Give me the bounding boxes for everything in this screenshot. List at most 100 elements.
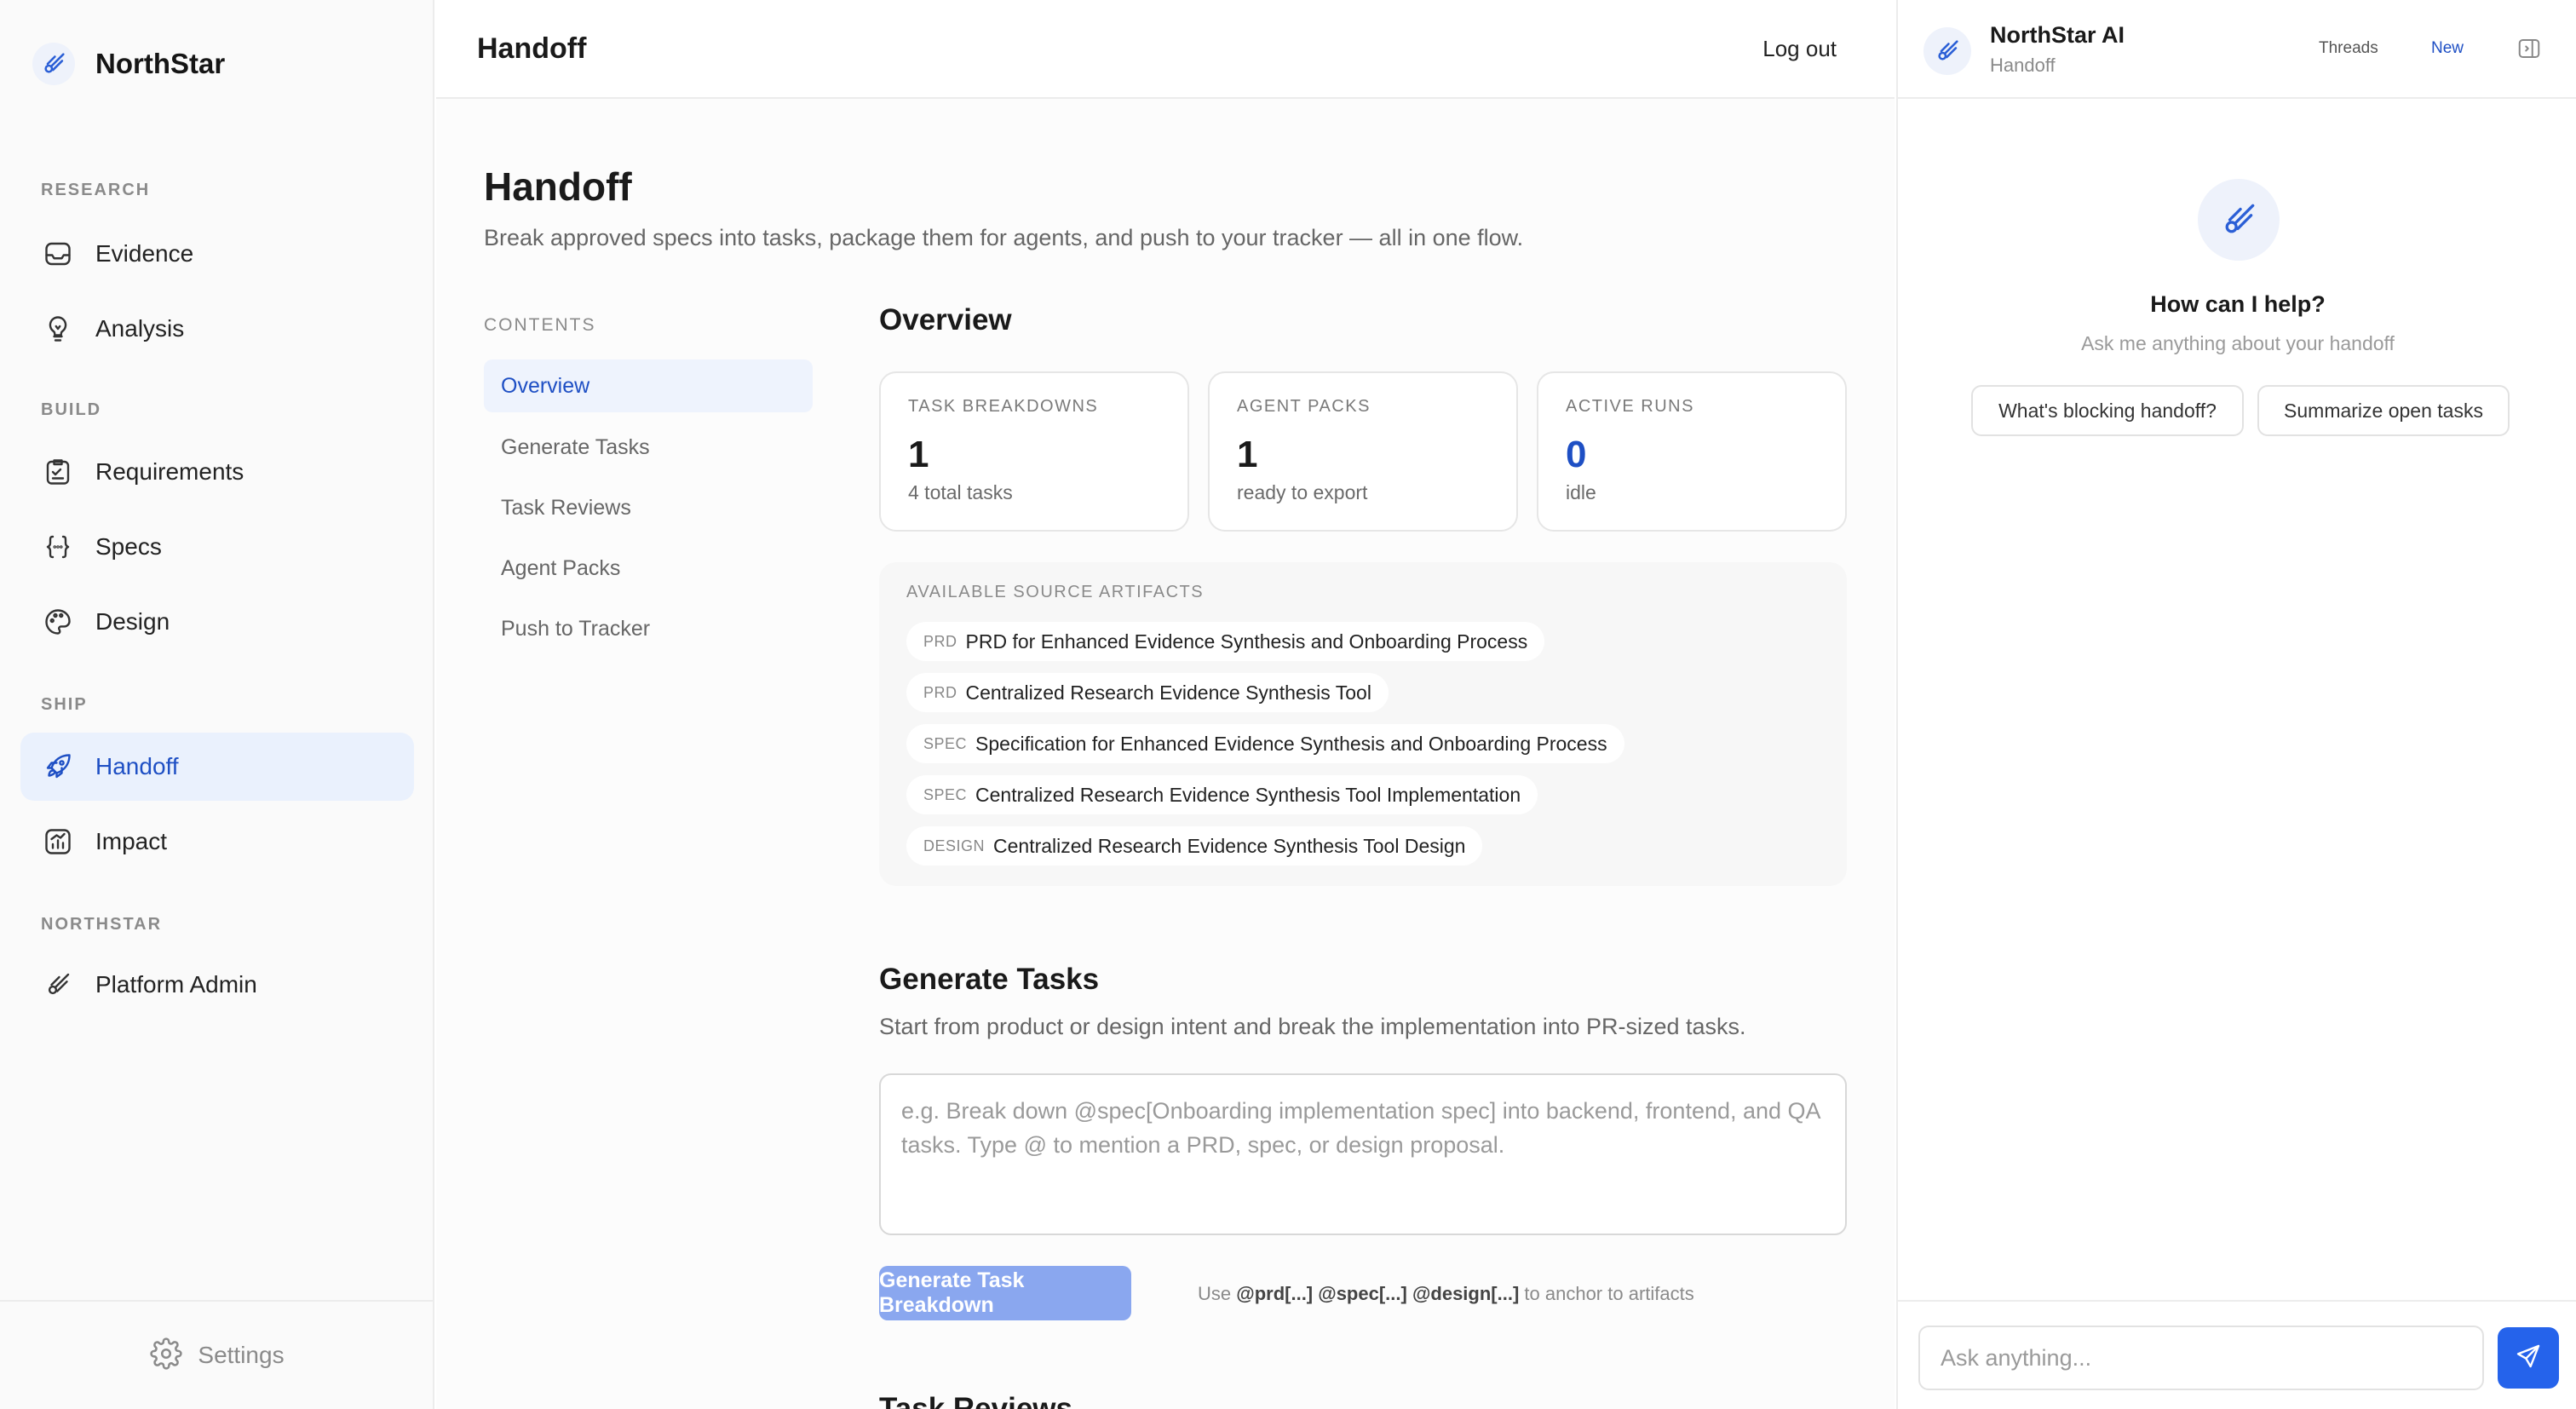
stat-note: idle bbox=[1566, 481, 1596, 503]
task-prompt-input[interactable] bbox=[879, 1073, 1847, 1235]
chart-icon bbox=[41, 825, 75, 859]
toc-item-push-to-tracker[interactable]: Push to Tracker bbox=[484, 602, 813, 655]
nav-section-northstar: NORTHSTAR bbox=[41, 915, 163, 934]
mention-hint: Use @prd[...] @spec[...] @design[...] to… bbox=[1198, 1283, 1694, 1305]
artifact-chip[interactable]: PRD Centralized Research Evidence Synthe… bbox=[906, 673, 1389, 712]
sidebar-footer: Settings bbox=[0, 1300, 434, 1409]
comet-icon bbox=[32, 43, 75, 85]
brand-name: NorthStar bbox=[95, 48, 226, 79]
stat-value: 1 bbox=[1237, 434, 1258, 475]
sidebar-item-platform-admin[interactable]: Platform Admin bbox=[20, 951, 414, 1019]
comet-icon bbox=[2198, 179, 2280, 261]
sidebar-item-requirements[interactable]: Requirements bbox=[20, 438, 414, 506]
nav-section-research: RESEARCH bbox=[41, 181, 151, 199]
brand[interactable]: NorthStar bbox=[32, 43, 225, 85]
overview-title: Overview bbox=[879, 303, 1012, 336]
main-content: Handoff Log out Handoff Break approved s… bbox=[436, 0, 1895, 1409]
sidebar-item-design[interactable]: Design bbox=[20, 588, 414, 656]
stat-card-active-runs: ACTIVE RUNS 0 idle bbox=[1537, 371, 1847, 532]
lightbulb-icon bbox=[41, 312, 75, 346]
hint-suffix: to anchor to artifacts bbox=[1524, 1283, 1694, 1304]
sidebar-item-analysis[interactable]: Analysis bbox=[20, 295, 414, 363]
ai-context: Handoff bbox=[1990, 55, 2056, 76]
nav-section-ship: SHIP bbox=[41, 695, 88, 714]
comet-icon bbox=[1923, 27, 1971, 75]
artifact-name: Centralized Research Evidence Synthesis … bbox=[965, 681, 1371, 704]
stat-label: ACTIVE RUNS bbox=[1566, 397, 1694, 416]
task-reviews-title: Task Reviews bbox=[879, 1392, 1072, 1409]
artifact-type-tag: SPEC bbox=[923, 734, 968, 752]
ai-name: NorthStar AI bbox=[1990, 22, 2125, 48]
sidebar-item-label: Impact bbox=[95, 828, 168, 854]
stat-value: 0 bbox=[1566, 434, 1587, 475]
artifact-chip[interactable]: PRD PRD for Enhanced Evidence Synthesis … bbox=[906, 622, 1545, 661]
nav-section-build: BUILD bbox=[41, 400, 102, 419]
ai-header: NorthStar AI Handoff Threads New bbox=[1898, 0, 2576, 99]
gear-icon bbox=[150, 1337, 183, 1374]
suggestion-chip[interactable]: Summarize open tasks bbox=[2257, 385, 2510, 436]
artifact-name: Centralized Research Evidence Synthesis … bbox=[975, 783, 1521, 806]
send-icon bbox=[2515, 1343, 2542, 1374]
sidebar-item-label: Evidence bbox=[95, 240, 194, 267]
send-button[interactable] bbox=[2498, 1327, 2559, 1389]
topbar: Handoff Log out bbox=[436, 0, 1895, 99]
artifact-chip[interactable]: SPEC Centralized Research Evidence Synth… bbox=[906, 775, 1538, 814]
stat-card-task-breakdowns: TASK BREAKDOWNS 1 4 total tasks bbox=[879, 371, 1189, 532]
ai-help-title: How can I help? bbox=[2150, 291, 2326, 317]
inbox-icon bbox=[41, 237, 75, 271]
stat-label: TASK BREAKDOWNS bbox=[908, 397, 1099, 416]
sidebar-item-specs[interactable]: Specs bbox=[20, 513, 414, 581]
logout-button[interactable]: Log out bbox=[1762, 36, 1837, 62]
new-thread-button[interactable]: New bbox=[2431, 39, 2464, 58]
braces-icon bbox=[41, 530, 75, 564]
page-title: Handoff bbox=[484, 164, 632, 209]
sidebar-item-label: Analysis bbox=[95, 315, 185, 342]
artifact-type-tag: PRD bbox=[923, 683, 957, 701]
artifact-chip[interactable]: SPEC Specification for Enhanced Evidence… bbox=[906, 724, 1624, 763]
artifact-type-tag: DESIGN bbox=[923, 837, 986, 854]
threads-button[interactable]: Threads bbox=[2319, 39, 2378, 58]
clipboard-icon bbox=[41, 455, 75, 489]
ai-assistant-panel: NorthStar AI Handoff Threads New How can… bbox=[1896, 0, 2576, 1409]
sidebar-item-label: Handoff bbox=[95, 753, 179, 779]
stat-value: 1 bbox=[908, 434, 929, 475]
hint-tokens: @prd[...] @spec[...] @design[...] bbox=[1236, 1283, 1520, 1304]
artifact-name: PRD for Enhanced Evidence Synthesis and … bbox=[965, 630, 1528, 653]
ai-composer bbox=[1898, 1300, 2576, 1409]
sidebar-item-label: Specs bbox=[95, 533, 162, 560]
artifact-type-tag: SPEC bbox=[923, 785, 968, 803]
toc-item-generate-tasks[interactable]: Generate Tasks bbox=[484, 421, 813, 474]
sidebar: NorthStar RESEARCH Evidence Analysis BUI… bbox=[0, 0, 434, 1409]
generate-task-breakdown-button[interactable]: Generate Task Breakdown bbox=[879, 1266, 1131, 1320]
topbar-title: Handoff bbox=[477, 32, 587, 65]
ai-help-subtitle: Ask me anything about your handoff bbox=[2081, 332, 2395, 354]
settings-button[interactable]: Settings bbox=[150, 1337, 285, 1374]
toc-item-task-reviews[interactable]: Task Reviews bbox=[484, 481, 813, 534]
sidebar-item-label: Requirements bbox=[95, 458, 244, 485]
sidebar-item-evidence[interactable]: Evidence bbox=[20, 220, 414, 288]
sidebar-item-label: Platform Admin bbox=[95, 971, 257, 998]
artifact-name: Centralized Research Evidence Synthesis … bbox=[993, 834, 1466, 857]
generate-tasks-title: Generate Tasks bbox=[879, 963, 1100, 996]
artifact-type-tag: PRD bbox=[923, 632, 957, 650]
settings-label: Settings bbox=[198, 1342, 285, 1368]
ai-chat-input[interactable] bbox=[1918, 1326, 2484, 1390]
rocket-icon bbox=[41, 750, 75, 784]
sidebar-item-impact[interactable]: Impact bbox=[20, 808, 414, 876]
stat-note: ready to export bbox=[1237, 481, 1368, 503]
stat-note: 4 total tasks bbox=[908, 481, 1013, 503]
source-artifacts-panel: AVAILABLE SOURCE ARTIFACTS PRD PRD for E… bbox=[879, 562, 1847, 886]
hint-prefix: Use bbox=[1198, 1283, 1232, 1304]
suggestion-chip[interactable]: What's blocking handoff? bbox=[1971, 385, 2244, 436]
artifact-chip[interactable]: DESIGN Centralized Research Evidence Syn… bbox=[906, 826, 1483, 866]
panel-toggle-icon[interactable] bbox=[2516, 36, 2542, 66]
artifacts-heading: AVAILABLE SOURCE ARTIFACTS bbox=[906, 583, 1205, 601]
toc-item-agent-packs[interactable]: Agent Packs bbox=[484, 542, 813, 595]
sidebar-item-label: Design bbox=[95, 608, 170, 635]
sidebar-item-handoff[interactable]: Handoff bbox=[20, 733, 414, 801]
stat-card-agent-packs: AGENT PACKS 1 ready to export bbox=[1208, 371, 1518, 532]
comet-icon bbox=[41, 968, 75, 1002]
artifact-name: Specification for Enhanced Evidence Synt… bbox=[975, 732, 1607, 755]
toc-item-overview[interactable]: Overview bbox=[484, 359, 813, 412]
page-subtitle: Break approved specs into tasks, package… bbox=[484, 225, 1524, 250]
